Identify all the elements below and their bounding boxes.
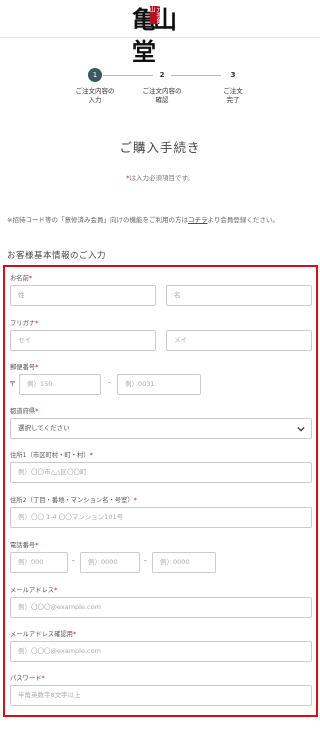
address1-label: 住所1（市区町村・町・村）* (10, 450, 93, 459)
postal-code-second-input[interactable]: 例）0031 (117, 374, 201, 395)
required-star: * (133, 497, 137, 504)
address2-label: 住所2（丁目・番地・マンション名・号室）* (10, 495, 137, 504)
email-confirm-input[interactable]: 例）〇〇〇@example.com (10, 641, 312, 662)
step-3-label-line1: ご注文 (223, 87, 243, 95)
page-title: ご購入手続き (119, 140, 201, 155)
required-star: * (35, 542, 39, 549)
phone-first-input[interactable]: 例）000 (10, 552, 68, 573)
password-label: パスワード* (10, 673, 45, 682)
email-confirm-label-text: メールアドレス確認用 (10, 631, 73, 638)
name-label: お名前* (10, 273, 32, 282)
address2-input[interactable]: 例）〇〇 1-4 〇〇マンション101号 (10, 507, 312, 528)
invite-note-after: より会員登録ください。 (207, 216, 279, 224)
email-label-text: メールアドレス (10, 587, 55, 594)
address1-label-text: 住所1（市区町村・町・村） (10, 452, 90, 459)
required-star: * (35, 320, 39, 327)
email-input[interactable]: 例）〇〇〇@example.com (10, 597, 312, 618)
step-connector (171, 75, 221, 76)
step-3-label-line2: 完了 (226, 96, 240, 104)
required-note-text: は入力必須項目です。 (129, 174, 194, 182)
postal-label-text: 郵便番号 (10, 364, 36, 371)
site-header: 亀山堂 元祖亀山 (0, 0, 320, 66)
last-name-kana-input[interactable]: セイ (10, 330, 156, 351)
address1-input[interactable]: 例）〇〇市△△区〇〇町 (10, 462, 312, 483)
first-name-kana-input[interactable]: メイ (166, 330, 312, 351)
chevron-down-icon (297, 426, 305, 432)
step-2-circle: 2 (155, 68, 169, 82)
phone-third-input[interactable]: 例）0000 (152, 552, 216, 573)
brand-logo[interactable]: 亀山堂 元祖亀山 (128, 4, 192, 66)
postal-dash: - (108, 379, 111, 387)
required-star: * (28, 275, 33, 282)
step-1-label-line2: 入力 (88, 96, 102, 104)
required-star: * (35, 364, 39, 371)
postal-code-first-input[interactable]: 例）150 (19, 374, 101, 395)
prefecture-selected: 選択してください (18, 424, 70, 432)
step-3-circle: 3 (226, 68, 240, 82)
prefecture-label: 都道府県* (10, 406, 38, 415)
section-title: お客様基本情報のご入力 (7, 251, 107, 261)
last-name-input[interactable]: 姓 (10, 285, 156, 306)
step-1-label-line1: ご注文内容の (75, 87, 115, 95)
step-3-label: ご注文 完了 (203, 87, 263, 105)
phone-label: 電話番号* (10, 540, 38, 549)
kana-label-text: フリガナ (10, 320, 36, 327)
invite-note: ※招待コード等の「意修済み会員」向けの機能をご利用の方はコチラより会員登録くださ… (7, 214, 317, 224)
postal-label: 郵便番号* (10, 362, 38, 371)
step-2-label-line1: ご注文内容の (142, 87, 182, 95)
required-star: * (72, 631, 77, 638)
required-star: * (41, 675, 45, 682)
logo-text: 亀山堂 (132, 5, 177, 66)
step-1-circle: 1 (88, 68, 102, 82)
customer-info-form: お名前* 姓 名 フリガナ* セイ メイ 郵便番号* 〒 例）150 - 例）0… (3, 265, 318, 717)
logo-seal: 元祖亀山 (148, 6, 162, 24)
postal-prefix: 〒 (9, 380, 16, 388)
required-star: * (35, 408, 39, 415)
phone-dash: - (72, 557, 75, 565)
password-label-text: パスワード (10, 675, 42, 682)
step-2-label-line2: 確認 (155, 96, 169, 104)
name-label-text: お名前 (10, 275, 29, 282)
invite-link[interactable]: コチラ (188, 216, 208, 224)
step-connector (103, 75, 153, 76)
required-note: *は入力必須項目です。 (0, 172, 320, 182)
email-label: メールアドレス* (10, 585, 57, 594)
phone-label-text: 電話番号 (10, 542, 36, 549)
prefecture-label-text: 都道府県 (10, 408, 36, 415)
prefecture-select[interactable]: 選択してください (10, 418, 312, 439)
step-1-label: ご注文内容の 入力 (65, 87, 125, 105)
first-name-input[interactable]: 名 (166, 285, 312, 306)
phone-dash: - (144, 557, 147, 565)
address2-label-text: 住所2（丁目・番地・マンション名・号室） (10, 497, 134, 504)
checkout-steps: 1 ご注文内容の 入力 2 ご注文内容の 確認 3 ご注文 完了 (0, 68, 320, 108)
step-2-label: ご注文内容の 確認 (132, 87, 192, 105)
invite-note-before: ※招待コード等の「意修済み会員」向けの機能をご利用の方は (7, 216, 188, 224)
kana-label: フリガナ* (10, 318, 38, 327)
password-input[interactable]: 半角英数字8文字以上 (10, 685, 312, 706)
required-star: * (89, 452, 93, 459)
phone-second-input[interactable]: 例）0000 (80, 552, 140, 573)
email-confirm-label: メールアドレス確認用* (10, 629, 76, 638)
required-star: * (54, 587, 58, 594)
